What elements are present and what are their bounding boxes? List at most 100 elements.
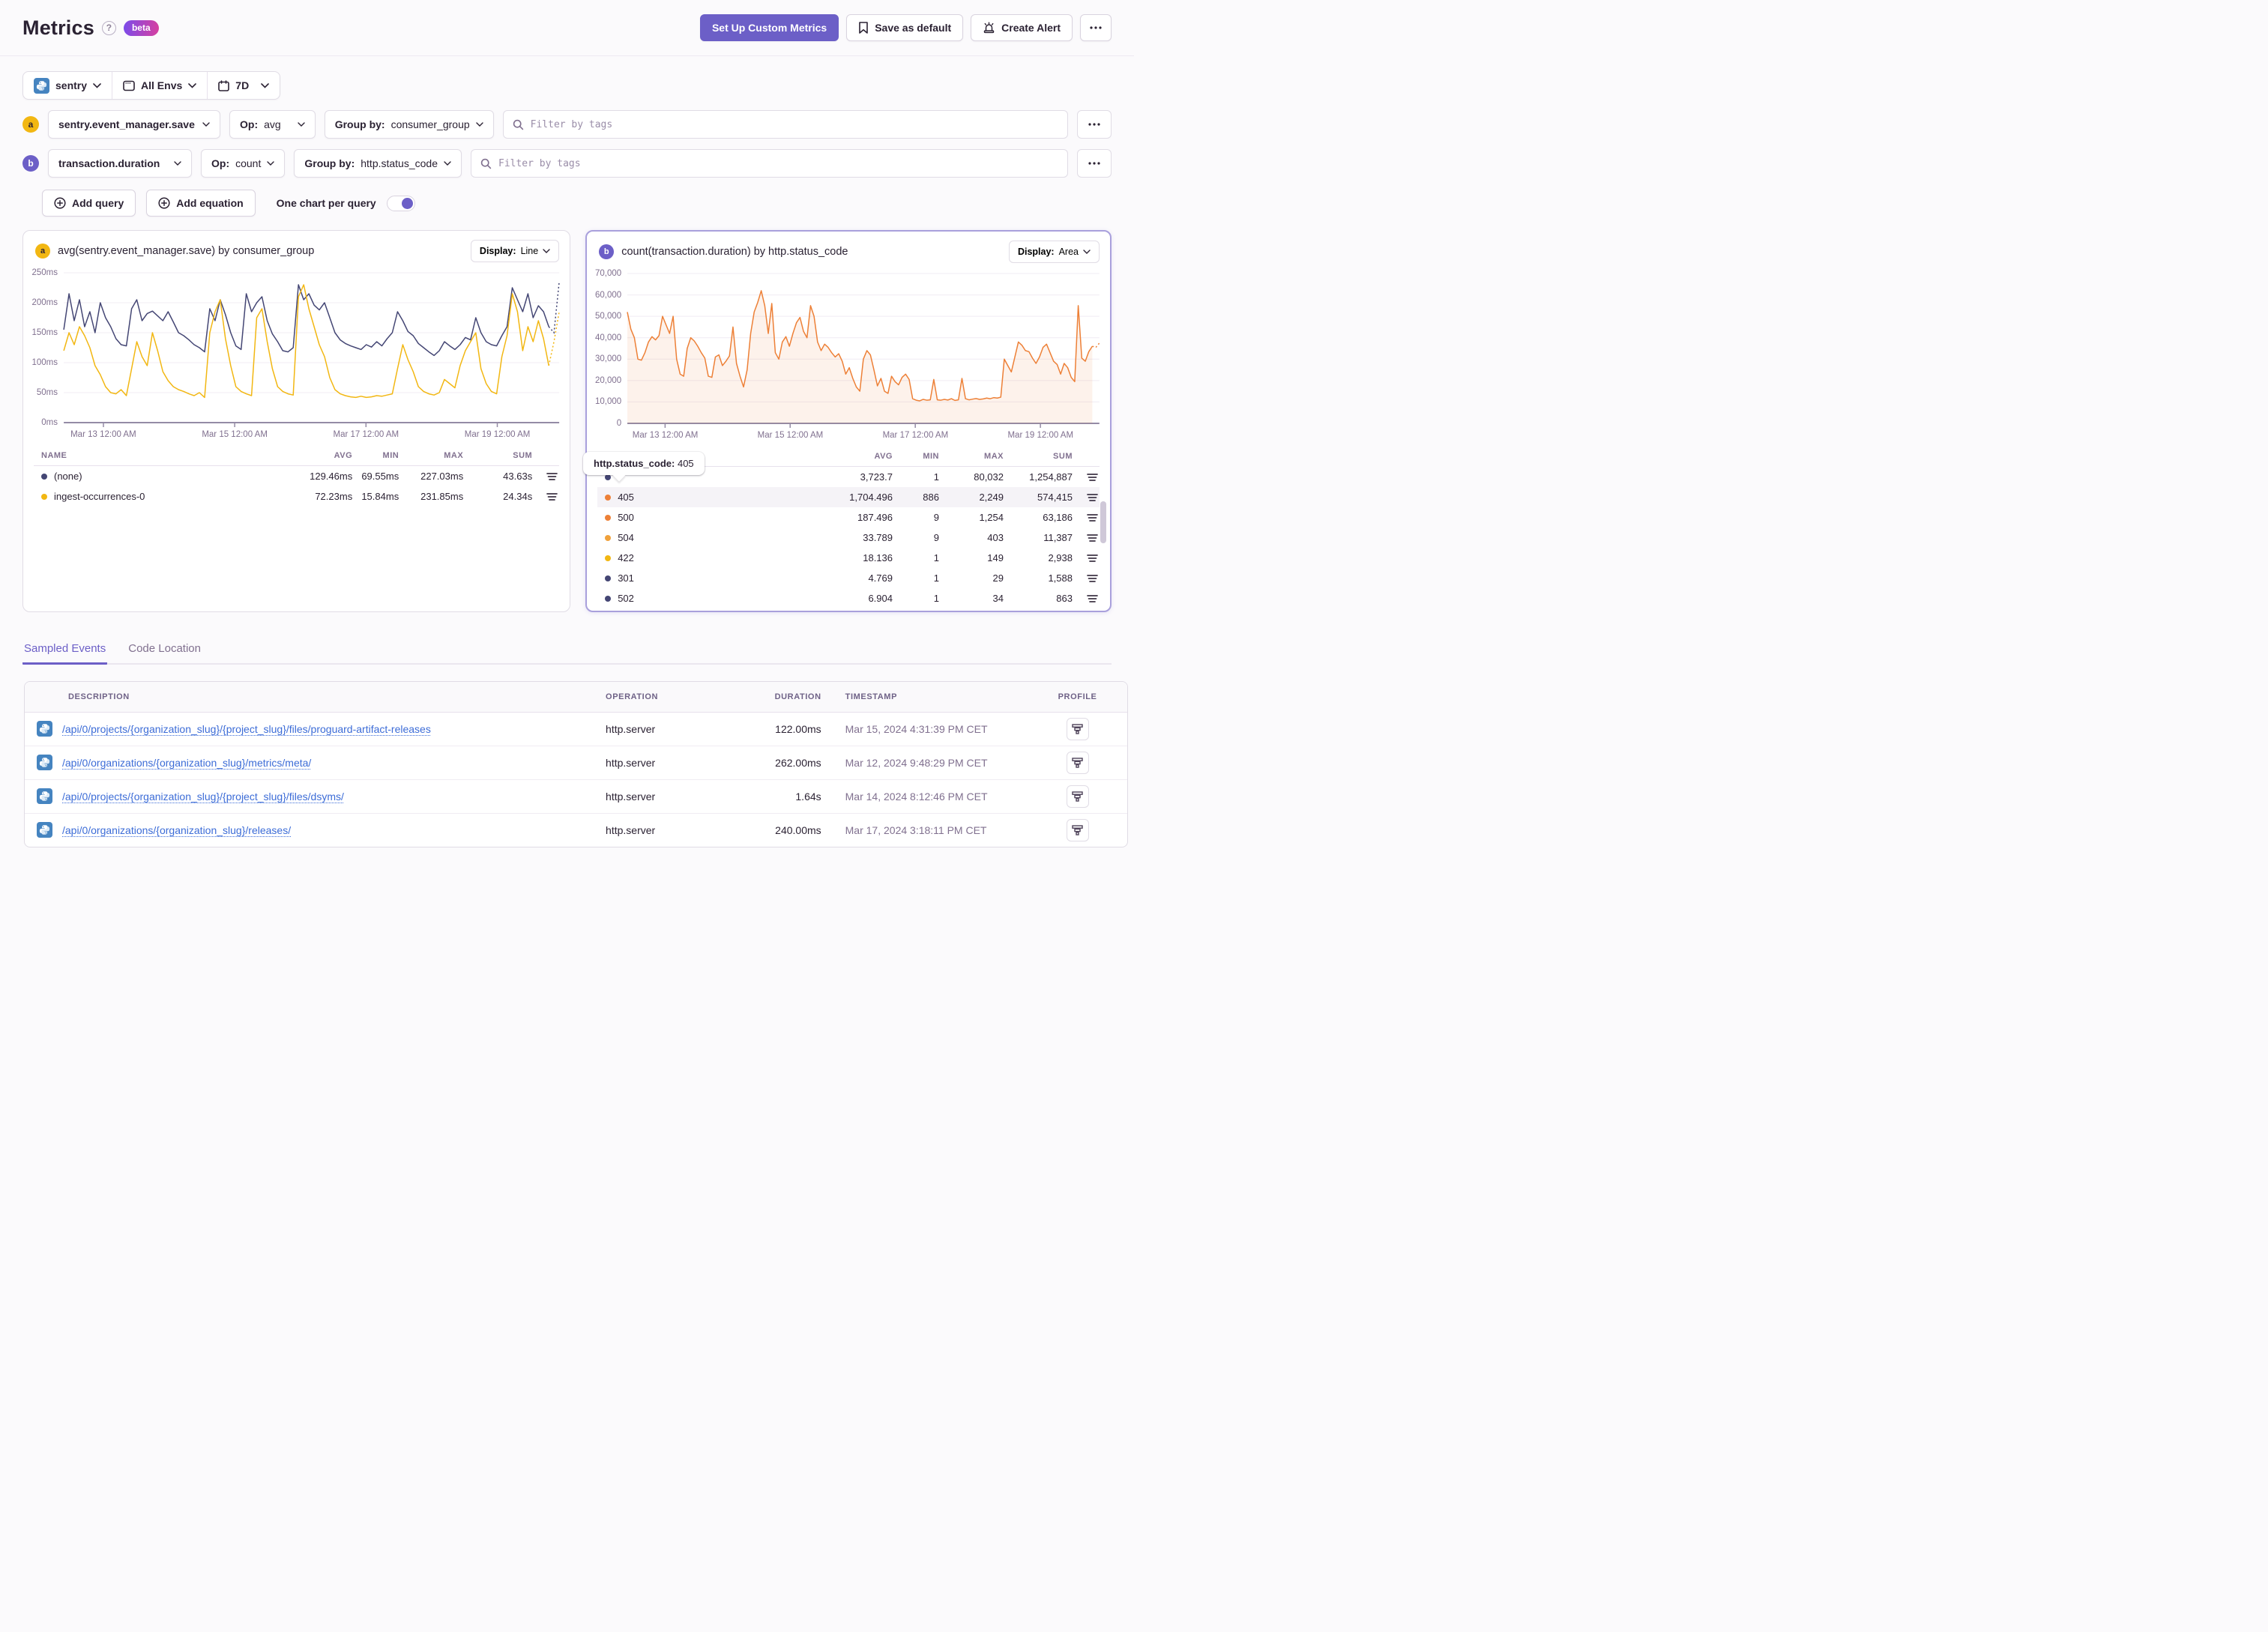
series-name: (none): [34, 471, 277, 482]
header-more-button[interactable]: [1080, 14, 1112, 41]
series-avg: 129.46ms: [310, 471, 353, 482]
summary-column-header: NAME: [41, 451, 67, 460]
series-color-dot: [605, 554, 612, 561]
display-select-b[interactable]: Display: Area: [1008, 241, 1100, 263]
series-options-icon[interactable]: [546, 492, 558, 502]
setup-custom-metrics-button[interactable]: Set Up Custom Metrics: [699, 14, 839, 41]
op-label: Op:: [240, 118, 259, 130]
query-badge-b: b: [22, 155, 39, 172]
x-axis-tick-label: Mar 17 12:00 AM: [333, 430, 399, 439]
ellipsis-icon: [1090, 26, 1102, 29]
view-profile-button[interactable]: [1066, 717, 1089, 740]
save-as-default-button[interactable]: Save as default: [846, 14, 964, 41]
summary-row[interactable]: 422 18.136 1 149 2,938: [597, 548, 1100, 568]
y-axis-tick-label: 0: [616, 419, 622, 428]
create-alert-button[interactable]: Create Alert: [971, 14, 1073, 41]
tab-sampled-events[interactable]: Sampled Events: [22, 642, 108, 665]
y-axis-tick-label: 200ms: [31, 298, 58, 307]
chevron-down-icon: [1083, 250, 1091, 254]
metric-select-a[interactable]: sentry.event_manager.save: [48, 110, 220, 139]
op-select-a[interactable]: Op: avg: [229, 110, 316, 139]
display-value-b: Area: [1058, 247, 1079, 257]
summary-row[interactable]: (none) 129.46ms 69.55ms 227.03ms 43.63s: [34, 466, 559, 486]
group-by-label: Group by:: [304, 157, 355, 169]
series-max: 34: [992, 593, 1004, 604]
date-range-selector[interactable]: 7D: [207, 72, 280, 99]
summary-row[interactable]: 504 33.789 9 403 11,387: [597, 528, 1100, 548]
tag-filter-a[interactable]: [502, 110, 1068, 139]
query-more-button-a[interactable]: [1077, 110, 1112, 139]
toggle-knob: [401, 197, 413, 209]
series-options-icon[interactable]: [1087, 573, 1098, 584]
event-description-link[interactable]: /api/0/organizations/{organization_slug}…: [62, 824, 291, 836]
environment-selector[interactable]: All Envs: [112, 72, 207, 99]
view-profile-button[interactable]: [1066, 751, 1089, 774]
tag-filter-input-a[interactable]: [530, 118, 1058, 130]
line-chart-a[interactable]: [63, 272, 560, 427]
query-more-button-b[interactable]: [1077, 149, 1112, 178]
series-name: ingest-occurrences-0: [34, 491, 277, 502]
tab-code-location[interactable]: Code Location: [127, 642, 202, 665]
summary-row[interactable]: 405 1,704.496 886 2,249 574,415: [597, 487, 1100, 507]
siren-icon: [983, 22, 995, 34]
event-row: /api/0/organizations/{organization_slug}…: [25, 745, 1127, 779]
series-summary-table-a: NAME AVG MIN MAX SUM (none) 129.46ms 69.55ms 227…: [34, 448, 560, 507]
add-equation-button[interactable]: Add equation: [146, 190, 256, 217]
series-min: 1: [933, 593, 939, 604]
project-name: sentry: [55, 79, 88, 91]
op-value-b: count: [235, 157, 262, 169]
plot-area-b: 0 10,000 20,000 30,000 40,000 50,000 60,000 70,…: [587, 268, 1110, 428]
metrics-page: Metrics ? beta Set Up Custom Metrics Sav…: [0, 0, 1134, 847]
group-by-select-b[interactable]: Group by: http.status_code: [294, 149, 462, 178]
event-description-link[interactable]: /api/0/projects/{organization_slug}/{pro…: [62, 791, 344, 803]
plus-circle-icon: [158, 197, 170, 209]
summary-scrollbar[interactable]: [1100, 501, 1106, 543]
events-column-header: TIMESTAMP: [833, 682, 1028, 713]
series-options-icon[interactable]: [1087, 492, 1098, 503]
one-chart-toggle[interactable]: [386, 195, 415, 211]
event-description-link[interactable]: /api/0/projects/{organization_slug}/{pro…: [62, 723, 431, 735]
view-profile-button[interactable]: [1066, 785, 1089, 808]
series-sum: 1,588: [1048, 572, 1073, 584]
series-min: 1: [933, 471, 939, 483]
events-header-row: DESCRIPTION OPERATION DURATION TIMESTAMP PRO…: [25, 682, 1127, 713]
chevron-down-icon: [444, 161, 451, 166]
y-axis-a: 0ms 50ms 100ms 150ms 200ms 250ms: [26, 268, 64, 427]
series-options-icon[interactable]: [1087, 593, 1098, 604]
series-max: 2,249: [979, 492, 1004, 503]
help-icon[interactable]: ?: [101, 20, 116, 35]
y-axis-tick-label: 50,000: [595, 312, 622, 321]
bookmark-icon: [859, 22, 869, 34]
series-options-icon[interactable]: [1087, 553, 1098, 563]
add-query-button[interactable]: Add query: [42, 190, 136, 217]
group-by-select-a[interactable]: Group by: consumer_group: [324, 110, 494, 139]
summary-row[interactable]: 502 6.904 1 34 863: [597, 588, 1100, 608]
summary-rows: (none) 129.46ms 69.55ms 227.03ms 43.63s inges…: [34, 466, 559, 507]
chart-title-a: avg(sentry.event_manager.save) by consum…: [58, 245, 315, 257]
series-color-dot: [605, 494, 612, 501]
view-profile-button[interactable]: [1066, 818, 1089, 841]
series-options-icon[interactable]: [1087, 513, 1098, 523]
summary-row[interactable]: 301 4.769 1 29 1,588: [597, 568, 1100, 588]
event-row: /api/0/projects/{organization_slug}/{pro…: [25, 779, 1127, 813]
series-options-icon[interactable]: [546, 471, 558, 482]
tag-filter-input-b[interactable]: [498, 157, 1058, 169]
project-selector[interactable]: sentry: [23, 72, 112, 99]
area-chart-b[interactable]: [627, 273, 1100, 428]
series-max: 403: [987, 532, 1004, 543]
display-select-a[interactable]: Display: Line: [470, 240, 560, 262]
app-header: Metrics ? beta Set Up Custom Metrics Sav…: [0, 0, 1134, 56]
series-color-dot: [605, 575, 612, 581]
x-axis-tick-label: Mar 15 12:00 AM: [202, 430, 268, 439]
series-sum: 863: [1056, 593, 1073, 604]
event-description-link[interactable]: /api/0/organizations/{organization_slug}…: [62, 757, 311, 769]
y-axis-tick-label: 70,000: [595, 269, 622, 278]
summary-row[interactable]: ingest-occurrences-0 72.23ms 15.84ms 231.85…: [34, 486, 559, 507]
tag-filter-b[interactable]: [471, 149, 1068, 178]
series-options-icon[interactable]: [1087, 472, 1098, 483]
metric-select-b[interactable]: transaction.duration: [48, 149, 192, 178]
op-select-b[interactable]: Op: count: [201, 149, 286, 178]
series-options-icon[interactable]: [1087, 533, 1098, 543]
summary-row[interactable]: 500 187.496 9 1,254 63,186: [597, 507, 1100, 528]
events-column-header: DURATION: [735, 682, 833, 713]
